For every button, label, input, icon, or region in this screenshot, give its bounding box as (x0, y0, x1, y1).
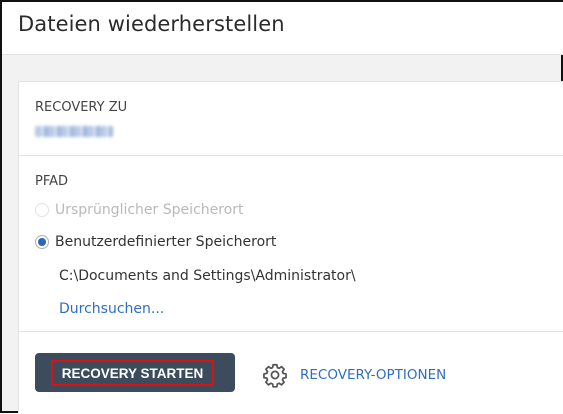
custom-path-value: C:\Documents and Settings\Administrator\ (59, 268, 356, 284)
radio-custom-location-label[interactable]: Benutzerdefinierter Speicherort (55, 234, 276, 250)
recovery-target-label: RECOVERY ZU (35, 100, 128, 115)
radio-original-location-label: Ursprünglicher Speicherort (55, 202, 244, 218)
recovery-target-section: RECOVERY ZU (19, 82, 563, 156)
restore-dialog: Dateien wiederherstellen RECOVERY ZU PFA… (0, 0, 563, 413)
start-recovery-button[interactable]: RECOVERY STARTEN (35, 353, 235, 392)
dialog-header: Dateien wiederherstellen (2, 2, 563, 55)
actions-section: RECOVERY STARTEN RECOVERY-OPTIONEN (19, 332, 563, 414)
start-recovery-label[interactable]: RECOVERY STARTEN (51, 360, 214, 386)
radio-custom-location[interactable]: Benutzerdefinierter Speicherort (35, 234, 276, 250)
recovery-options-label[interactable]: RECOVERY-OPTIONEN (300, 367, 446, 383)
radio-button-checked[interactable] (35, 235, 49, 249)
browse-link[interactable]: Durchsuchen... (59, 301, 164, 317)
restore-panel: RECOVERY ZU PFAD Ursprünglicher Speicher… (18, 81, 563, 413)
gear-icon[interactable] (262, 362, 288, 388)
page-title: Dateien wiederherstellen (18, 12, 285, 36)
path-label: PFAD (35, 174, 69, 189)
radio-button-unchecked (35, 203, 49, 217)
recovery-options-button[interactable]: RECOVERY-OPTIONEN (262, 362, 446, 388)
recovery-target-value-blurred (35, 126, 113, 137)
path-section: PFAD Ursprünglicher Speicherort Benutzer… (19, 156, 563, 332)
radio-original-location: Ursprünglicher Speicherort (35, 202, 243, 218)
